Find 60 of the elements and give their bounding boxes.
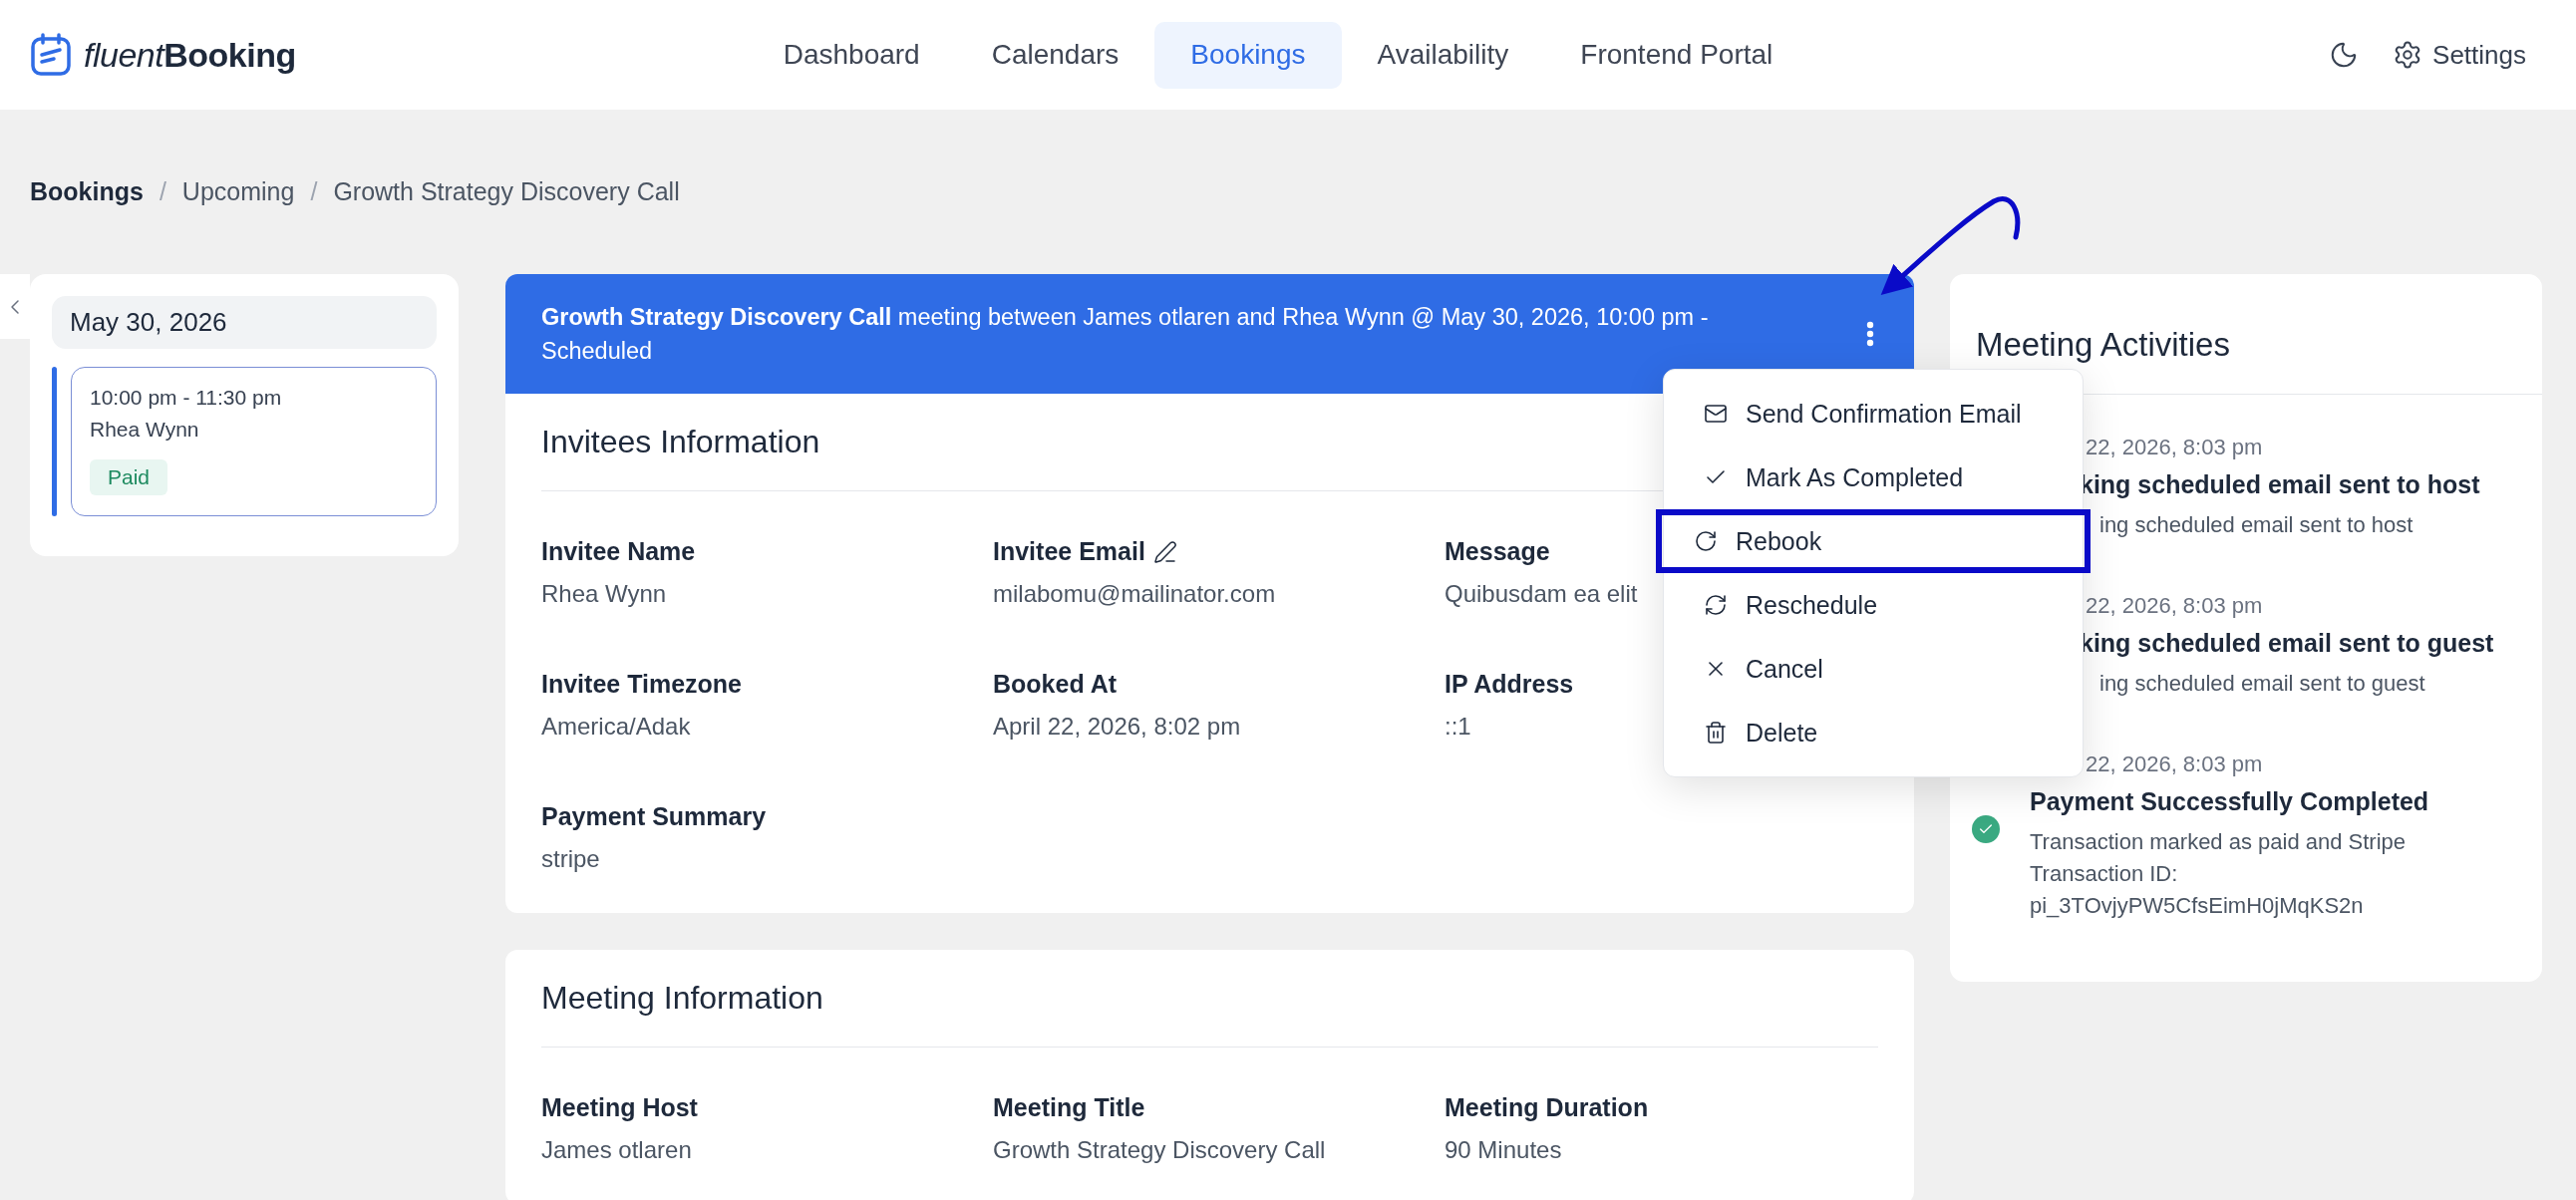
invitee-name: Rhea Wynn xyxy=(90,418,200,442)
menu-item[interactable]: Delete xyxy=(1664,701,2083,764)
field-value: stripe xyxy=(541,845,600,873)
field-label: Invitee Timezone xyxy=(541,670,742,699)
logo-wordmark: fluentBooking xyxy=(84,35,296,75)
field-label: IP Address xyxy=(1445,670,1574,699)
field-value: America/Adak xyxy=(541,713,691,741)
menu-item[interactable]: Rebook xyxy=(1656,509,2091,573)
field-value: Quibusdam ea elit xyxy=(1445,580,1638,608)
breadcrumb-separator: / xyxy=(159,177,166,206)
refresh-icon xyxy=(1704,593,1728,617)
activity-date: 22, 2026, 8:03 pm xyxy=(2086,751,2263,777)
breadcrumb-separator: / xyxy=(310,177,318,206)
section-title: Meeting Information xyxy=(541,950,1878,1048)
banner-text: Growth Strategy Discovery Call meeting between James otlaren and Rhea Wynn @ May 30, 2026, 10:00 pm - Scheduled xyxy=(541,303,1710,366)
field-label: Invitee Name xyxy=(541,537,696,566)
activity-date: 22, 2026, 8:03 pm xyxy=(2086,593,2263,619)
mail-icon xyxy=(1704,402,1728,426)
rotate-icon xyxy=(1694,529,1718,553)
field-label: Meeting Duration xyxy=(1445,1093,1649,1122)
field-value: Rhea Wynn xyxy=(541,580,667,608)
more-icon xyxy=(1866,321,1874,347)
nav-tab[interactable]: Dashboard xyxy=(747,21,956,89)
panel-title: Meeting Activities xyxy=(1950,274,2542,395)
menu-item[interactable]: Reschedule xyxy=(1664,573,2083,637)
breadcrumb-link[interactable]: Upcoming xyxy=(181,177,295,206)
booking-card[interactable]: 10:00 pm - 11:30 pm Rhea Wynn Paid xyxy=(71,367,437,516)
date-header: May 30, 2026 xyxy=(52,296,437,349)
nav-tab[interactable]: Calendars xyxy=(955,21,1155,89)
activity-title: Payment Successfully Completed xyxy=(2030,787,2429,816)
menu-item[interactable]: Mark As Completed xyxy=(1664,446,2083,509)
more-button[interactable] xyxy=(1866,321,1874,347)
field-value: James otlaren xyxy=(541,1136,692,1164)
activity-text: ing scheduled email sent to host xyxy=(2099,511,2414,539)
logo-icon xyxy=(30,33,74,77)
nav-tab[interactable]: Bookings xyxy=(1154,21,1342,89)
field-label: Payment Summary xyxy=(541,802,767,831)
trash-icon xyxy=(1704,721,1728,745)
field-value: milabomu@mailinator.com xyxy=(993,580,1276,608)
field-value: April 22, 2026, 8:02 pm xyxy=(993,713,1241,741)
activity-text: ing scheduled email sent to guest xyxy=(2099,670,2425,698)
settings-link[interactable]: Settings xyxy=(2393,39,2526,71)
field-value: Growth Strategy Discovery Call xyxy=(993,1136,1326,1164)
field-value: 90 Minutes xyxy=(1445,1136,1562,1164)
menu-item[interactable]: Cancel xyxy=(1664,637,2083,701)
field-label: Meeting Title xyxy=(993,1093,1145,1122)
activity-text: Transaction marked as paid and Stripe Transaction ID: pi_3TOvjyPW5CfsEimH0jMqKS2n xyxy=(2030,828,2408,920)
booking-time: 10:00 pm - 11:30 pm xyxy=(90,386,283,410)
field-label: Message xyxy=(1445,537,1550,566)
activity-date: 22, 2026, 8:03 pm xyxy=(2086,435,2263,460)
edit-icon[interactable] xyxy=(1152,539,1177,564)
paid-badge: Paid xyxy=(90,459,168,495)
field-label: Invitee Email xyxy=(993,537,1145,566)
field-label: Meeting Host xyxy=(541,1093,698,1122)
nav-tab[interactable]: Frontend Portal xyxy=(1544,21,1809,89)
breadcrumb-link[interactable]: Bookings xyxy=(30,177,144,206)
field-label: Booked At xyxy=(993,670,1118,699)
breadcrumb-link[interactable]: Growth Strategy Discovery Call xyxy=(333,177,680,206)
field-value: ::1 xyxy=(1445,713,1471,741)
nav-tab[interactable]: Availability xyxy=(1341,21,1545,89)
